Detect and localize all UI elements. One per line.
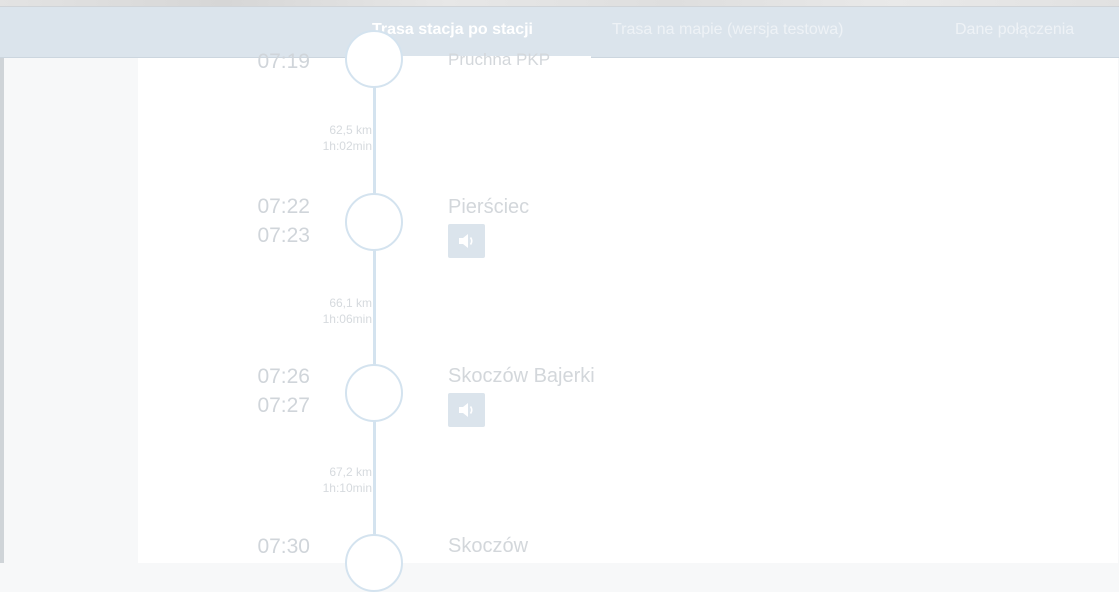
browser-top-strip	[0, 0, 1119, 7]
stop-marker	[345, 30, 403, 88]
stop-name: Skoczów	[448, 535, 529, 557]
stop-time-departure: 07:23	[257, 224, 310, 247]
stop-time-arrival: 07:26	[257, 365, 310, 388]
stop-marker	[345, 534, 403, 592]
segment-distance: 66,1 km	[329, 296, 372, 310]
speaker-icon	[459, 234, 473, 248]
segment-duration: 1h:06min	[322, 312, 372, 326]
speaker-icon	[459, 403, 473, 417]
segment-duration: 1h:02min	[322, 139, 372, 153]
stop-name: Skoczów Bajerki	[448, 365, 595, 387]
stop-time-arrival: 07:22	[257, 195, 310, 218]
stop-marker	[345, 364, 403, 422]
stop-time-departure: 07:27	[257, 394, 310, 417]
stop-name: Pierściec	[448, 196, 530, 218]
left-edge	[0, 58, 4, 563]
segment-distance: 67,2 km	[329, 465, 372, 479]
stop-marker	[345, 193, 403, 251]
segment-duration: 1h:10min	[322, 481, 372, 495]
stop-time-arrival: 07:19	[257, 50, 310, 73]
timeline-line	[373, 58, 376, 563]
stop-name: Pruchna PKP	[448, 50, 551, 69]
tab-route-on-map[interactable]: Trasa na mapie (wersja testowa)	[612, 7, 844, 57]
announcement-button[interactable]	[448, 393, 485, 427]
stop-time-arrival: 07:30	[257, 535, 310, 558]
announcement-button[interactable]	[448, 224, 485, 258]
tab-connection-details[interactable]: Dane połączenia	[955, 7, 1074, 57]
tab-bar: Trasa stacja po stacji Trasa na mapie (w…	[0, 7, 1119, 60]
segment-distance: 62,5 km	[329, 123, 372, 137]
